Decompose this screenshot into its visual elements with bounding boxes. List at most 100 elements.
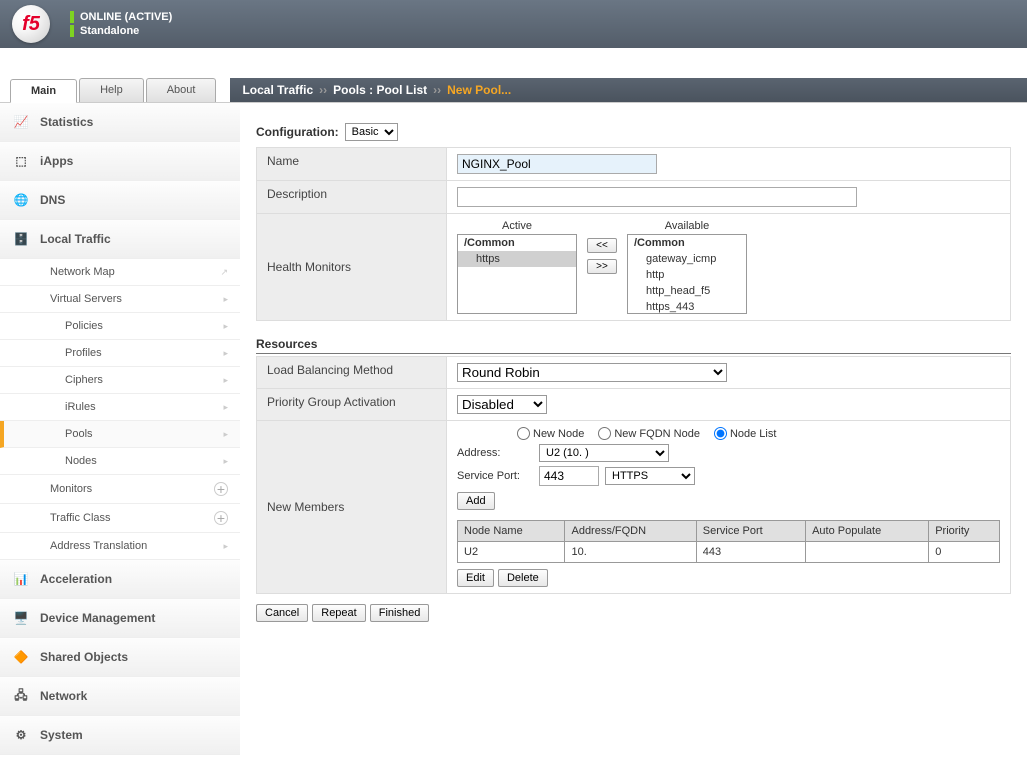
configuration-label: Configuration: <box>256 125 339 139</box>
radio-new-node[interactable]: New Node <box>517 427 584 440</box>
sidebar-item-monitors[interactable]: Monitors+ <box>0 475 240 504</box>
move-left-button[interactable]: << <box>587 238 617 253</box>
service-port-label: Service Port: <box>457 470 533 482</box>
cancel-button[interactable]: Cancel <box>256 604 308 622</box>
sidebar-item-irules[interactable]: iRules▸ <box>0 394 240 421</box>
sidebar-item-nodes[interactable]: Nodes▸ <box>0 448 240 475</box>
members-table: Node Name Address/FQDN Service Port Auto… <box>457 520 1000 563</box>
chevron-right-icon: ▸ <box>223 375 228 386</box>
sidebar-item-policies[interactable]: Policies▸ <box>0 313 240 340</box>
finished-button[interactable]: Finished <box>370 604 430 622</box>
crumb-sep-icon: ›› <box>433 83 441 97</box>
resources-title: Resources <box>256 337 1011 354</box>
tab-help[interactable]: Help <box>79 78 144 102</box>
plus-icon[interactable]: + <box>214 482 228 496</box>
sidebar-item-profiles[interactable]: Profiles▸ <box>0 340 240 367</box>
logo: f5 <box>12 5 50 43</box>
status-online: ONLINE (ACTIVE) <box>80 11 172 23</box>
apps-icon: ⬚ <box>12 152 30 170</box>
sidebar-item-address-translation[interactable]: Address Translation▸ <box>0 533 240 560</box>
chevron-right-icon: ▸ <box>223 294 228 305</box>
radio-new-fqdn[interactable]: New FQDN Node <box>598 427 700 440</box>
sidebar-item-ciphers[interactable]: Ciphers▸ <box>0 367 240 394</box>
col-auto: Auto Populate <box>806 521 929 542</box>
crumb-sep-icon: ›› <box>319 83 327 97</box>
health-monitors-label: Health Monitors <box>257 214 447 321</box>
edit-button[interactable]: Edit <box>457 569 494 587</box>
monitor-item[interactable]: https <box>458 251 576 267</box>
chevron-right-icon: ▸ <box>223 321 228 332</box>
nav-iapps[interactable]: ⬚iApps <box>0 142 240 181</box>
add-button[interactable]: Add <box>457 492 495 510</box>
service-port-input[interactable] <box>539 466 599 486</box>
crumb-pools[interactable]: Pools : Pool List <box>333 83 427 97</box>
pga-label: Priority Group Activation <box>257 389 447 421</box>
table-row[interactable]: U2 10. 443 0 <box>458 542 1000 563</box>
new-members-label: New Members <box>257 421 447 594</box>
status-dot-icon <box>70 25 74 37</box>
device-icon: 🖥️ <box>12 609 30 627</box>
monitor-item[interactable]: https_443 <box>628 299 746 314</box>
monitor-item[interactable]: http_head_f5 <box>628 283 746 299</box>
name-label: Name <box>257 148 447 181</box>
tab-about[interactable]: About <box>146 78 217 102</box>
content: Configuration: Basic Name Description He… <box>240 103 1027 783</box>
monitor-item[interactable]: gateway_icmp <box>628 251 746 267</box>
nav-local-traffic[interactable]: 🗄️Local Traffic <box>0 220 240 259</box>
chevron-right-icon: ▸ <box>223 348 228 359</box>
sidebar-item-network-map[interactable]: Network Map↗ <box>0 259 240 286</box>
delete-button[interactable]: Delete <box>498 569 548 587</box>
available-monitors-list[interactable]: /Common gateway_icmp http http_head_f5 h… <box>627 234 747 314</box>
col-node: Node Name <box>458 521 565 542</box>
repeat-button[interactable]: Repeat <box>312 604 365 622</box>
lbm-label: Load Balancing Method <box>257 357 447 389</box>
logo-text: f5 <box>22 13 40 36</box>
crumb-current: New Pool... <box>447 83 511 97</box>
chevron-right-icon: ▸ <box>223 429 228 440</box>
nav-device-management[interactable]: 🖥️Device Management <box>0 599 240 638</box>
objects-icon: 🔶 <box>12 648 30 666</box>
status-block: ONLINE (ACTIVE) Standalone <box>70 11 172 37</box>
radio-node-list[interactable]: Node List <box>714 427 776 440</box>
monitor-item[interactable]: http <box>628 267 746 283</box>
sidebar-item-pools[interactable]: Pools▸ <box>0 421 240 448</box>
description-input[interactable] <box>457 187 857 207</box>
crumb-local-traffic[interactable]: Local Traffic <box>242 83 313 97</box>
network-icon: 🖧 <box>12 687 30 705</box>
tab-main[interactable]: Main <box>10 79 77 103</box>
nav-system[interactable]: ⚙System <box>0 716 240 755</box>
header: f5 ONLINE (ACTIVE) Standalone <box>0 0 1027 48</box>
sidebar-item-traffic-class[interactable]: Traffic Class+ <box>0 504 240 533</box>
sidebar-item-virtual-servers[interactable]: Virtual Servers▸ <box>0 286 240 313</box>
nav-network[interactable]: 🖧Network <box>0 677 240 716</box>
globe-icon: 🌐 <box>12 191 30 209</box>
servers-icon: 🗄️ <box>12 230 30 248</box>
nav-shared-objects[interactable]: 🔶Shared Objects <box>0 638 240 677</box>
col-addr: Address/FQDN <box>565 521 696 542</box>
system-icon: ⚙ <box>12 726 30 744</box>
nav-acceleration[interactable]: 📊Acceleration <box>0 560 240 599</box>
configuration-select[interactable]: Basic <box>345 123 398 141</box>
gauge-icon: 📊 <box>12 570 30 588</box>
move-right-button[interactable]: >> <box>587 259 617 274</box>
address-select[interactable]: U2 (10. ) <box>539 444 669 462</box>
address-label: Address: <box>457 447 533 459</box>
lbm-select[interactable]: Round Robin <box>457 363 727 382</box>
name-input[interactable] <box>457 154 657 174</box>
sidebar: 📈Statistics ⬚iApps 🌐DNS 🗄️Local Traffic … <box>0 103 240 783</box>
nav-dns[interactable]: 🌐DNS <box>0 181 240 220</box>
active-monitors-list[interactable]: /Common https <box>457 234 577 314</box>
nav-statistics[interactable]: 📈Statistics <box>0 103 240 142</box>
col-prio: Priority <box>929 521 1000 542</box>
breadcrumb: Local Traffic ›› Pools : Pool List ›› Ne… <box>230 78 1027 102</box>
chevron-right-icon: ▸ <box>223 456 228 467</box>
pga-select[interactable]: Disabled <box>457 395 547 414</box>
status-dot-icon <box>70 11 74 23</box>
chevron-right-icon: ▸ <box>223 402 228 413</box>
tabs-row: Main Help About Local Traffic ›› Pools :… <box>0 78 1027 103</box>
chart-icon: 📈 <box>12 113 30 131</box>
plus-icon[interactable]: + <box>214 511 228 525</box>
active-title: Active <box>502 220 532 232</box>
service-port-proto-select[interactable]: HTTPS <box>605 467 695 485</box>
description-label: Description <box>257 181 447 214</box>
